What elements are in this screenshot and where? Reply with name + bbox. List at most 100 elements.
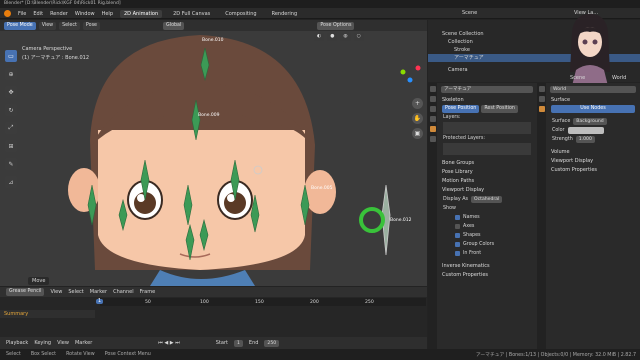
shading-rendered-button[interactable]: ○ (353, 32, 364, 41)
show-axes-checkbox[interactable]: Axes (437, 222, 537, 231)
surface-shader-dropdown[interactable]: Background (573, 118, 607, 125)
viewport-menu-view[interactable]: View (38, 21, 57, 30)
strength-field[interactable]: 1.000 (575, 136, 595, 143)
timeline-menu-marker[interactable]: Marker (90, 289, 107, 295)
end-frame-field[interactable]: 250 (264, 339, 280, 347)
pose-position-button[interactable]: Pose Position (442, 105, 480, 113)
display-as-label: Display As (443, 197, 468, 202)
skeleton-panel-header[interactable]: Skeleton (437, 96, 537, 105)
workspace-tab-2d-full-canvas[interactable]: 2D Full Canvas (169, 10, 214, 18)
color-swatch[interactable] (567, 127, 604, 134)
transform-orientation-dropdown[interactable]: Global (163, 21, 185, 30)
panel-volume[interactable]: Volume (546, 148, 640, 157)
render-tab-icon[interactable] (429, 96, 436, 102)
bone-label: Bone.012 (390, 218, 412, 223)
panel-inverse-kinematics[interactable]: Inverse Kinematics (437, 262, 537, 271)
pose-options-dropdown[interactable]: Pose Options (317, 21, 355, 30)
keying-menu[interactable]: Keying (34, 340, 51, 346)
constraints-tab-icon[interactable] (429, 136, 436, 142)
shading-solid-button[interactable]: ● (327, 32, 338, 41)
status-box-select: Box Select (30, 352, 57, 357)
output-tab-icon[interactable] (429, 106, 436, 112)
render-tab-icon[interactable] (538, 86, 545, 92)
select-tool-icon[interactable]: ▭ (5, 50, 17, 62)
scene-selector[interactable]: Scene (462, 10, 477, 16)
properties-world-tab[interactable]: World (612, 75, 626, 81)
timeline-menu-view[interactable]: View (50, 289, 62, 295)
timeline-menu-channel[interactable]: Channel (113, 289, 134, 295)
mode-dropdown[interactable]: Pose Mode (4, 21, 36, 30)
rest-position-button[interactable]: Rest Position (481, 105, 518, 113)
viewport-info-line-1: Camera Perspective (22, 46, 73, 52)
object-tab-icon[interactable] (429, 116, 436, 122)
panel-pose-library[interactable]: Pose Library (437, 168, 537, 177)
menu-file[interactable]: File (18, 11, 26, 17)
current-frame-marker[interactable]: 1 (96, 299, 104, 304)
pan-icon[interactable]: ✋ (412, 113, 423, 124)
properties-scene-tab[interactable]: Scene (570, 75, 585, 81)
timeline-tick: 50 (145, 300, 151, 305)
menu-render[interactable]: Render (50, 11, 68, 17)
start-frame-field[interactable]: 1 (233, 339, 243, 347)
overlay-toggle[interactable]: ◐ (314, 32, 325, 41)
panel-world-viewport-display[interactable]: Viewport Display (546, 157, 640, 166)
protected-layers-grid[interactable] (443, 143, 531, 155)
armature-data-tab-icon[interactable] (429, 126, 436, 132)
panel-custom-properties[interactable]: Custom Properties (437, 271, 537, 280)
surface-panel-header[interactable]: Surface (546, 96, 640, 105)
last-operator-panel[interactable]: Move (28, 277, 50, 285)
timeline-tick: 200 (310, 300, 319, 305)
panel-motion-paths[interactable]: Motion Paths (437, 177, 537, 186)
viewport-menu-select[interactable]: Select (59, 21, 80, 30)
cursor-tool-icon[interactable]: ⊕ (5, 68, 17, 80)
timeline-menu-frame[interactable]: Frame (140, 289, 156, 295)
start-label: Start (215, 340, 228, 346)
summary-channel[interactable]: Summary (0, 310, 95, 318)
properties-editor: アーマチュア Skeleton Pose Position Rest Posit… (428, 83, 640, 349)
world-tab-icon[interactable] (538, 106, 545, 112)
panel-bone-groups[interactable]: Bone Groups (437, 159, 537, 168)
measure-tool-icon[interactable]: ⊿ (5, 176, 17, 188)
show-names-checkbox[interactable]: Names (437, 213, 537, 222)
timeline-header: Grease Pencil View Select Marker Channel… (0, 287, 427, 297)
armature-name-field[interactable]: アーマチュア (441, 86, 533, 93)
zoom-icon[interactable]: + (412, 98, 423, 109)
scene-tab-icon[interactable] (538, 96, 545, 102)
checkbox-icon (455, 233, 460, 238)
workspace-tab-rendering[interactable]: Rendering (268, 10, 302, 18)
transform-tool-icon[interactable]: ⊞ (5, 140, 17, 152)
show-shapes-checkbox[interactable]: Shapes (437, 231, 537, 240)
protected-layers-label: Protected Layers: (443, 136, 485, 141)
shading-material-button[interactable]: ◍ (340, 32, 351, 41)
viewport-menu-pose[interactable]: Pose (82, 21, 101, 30)
status-context-menu: Pose Context Menu (104, 352, 151, 357)
status-rotate-view: Rotate View (66, 352, 95, 357)
annotate-tool-icon[interactable]: ✎ (5, 158, 17, 170)
workspace-tab-2d-animation[interactable]: 2D Animation (120, 9, 163, 18)
panel-viewport-display[interactable]: Viewport Display (437, 186, 537, 195)
menu-edit[interactable]: Edit (33, 11, 43, 17)
workspace-tab-compositing[interactable]: Compositing (221, 10, 260, 18)
layers-grid[interactable] (443, 122, 531, 134)
menu-window[interactable]: Window (75, 11, 95, 17)
timeline-view-menu[interactable]: View (57, 340, 69, 346)
rotate-tool-icon[interactable]: ↻ (5, 104, 17, 116)
panel-world-custom-properties[interactable]: Custom Properties (546, 166, 640, 175)
scale-tool-icon[interactable]: ⤢ (5, 122, 17, 134)
menu-help[interactable]: Help (102, 11, 113, 17)
display-as-dropdown[interactable]: Octahedral (471, 196, 503, 203)
use-nodes-button[interactable]: Use Nodes (551, 105, 635, 113)
timeline-marker-menu[interactable]: Marker (75, 340, 92, 346)
blender-logo-icon[interactable] (4, 10, 11, 17)
move-tool-icon[interactable]: ✥ (5, 86, 17, 98)
show-in-front-checkbox[interactable]: In Front (437, 249, 537, 258)
timeline-menu-select[interactable]: Select (68, 289, 83, 295)
timeline-mode-dropdown[interactable]: Grease Pencil (6, 288, 45, 296)
tool-tab-icon[interactable] (429, 86, 436, 92)
show-group-colors-checkbox[interactable]: Group Colors (437, 240, 537, 249)
checkbox-icon (455, 215, 460, 220)
camera-view-icon[interactable]: ▣ (412, 128, 423, 139)
play-controls-icon[interactable]: ⏮ ◀ ▶ ⏭ (158, 340, 179, 346)
playback-menu[interactable]: Playback (6, 340, 28, 346)
world-name-field[interactable]: World (550, 86, 636, 93)
